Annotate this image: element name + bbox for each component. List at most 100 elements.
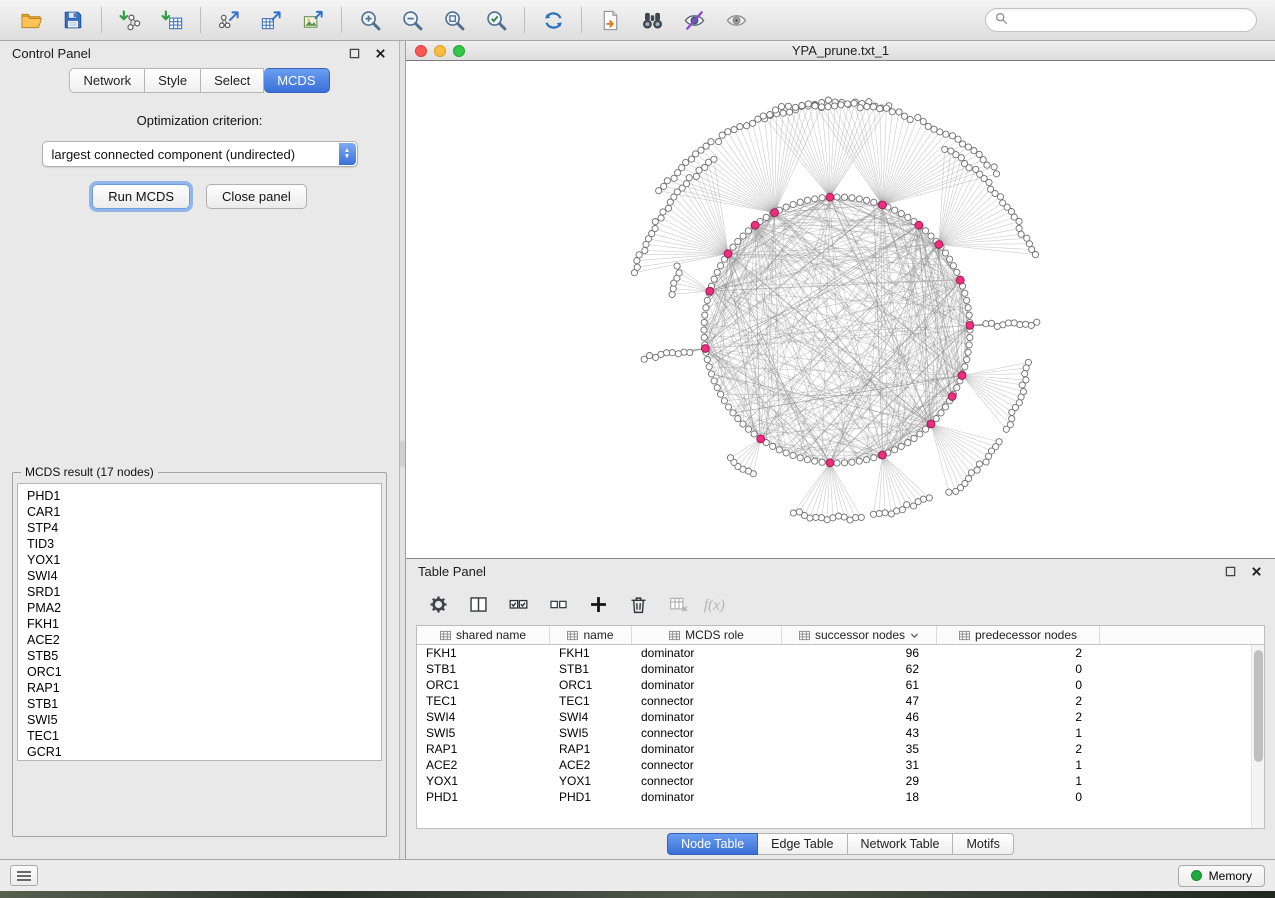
network-canvas[interactable] [406,61,1275,558]
mcds-result-item[interactable]: PHD1 [27,488,381,504]
delete-table-button [662,588,694,620]
close-mcds-panel-button[interactable]: Close panel [206,184,307,209]
column-visibility-button[interactable] [462,588,494,620]
status-bar: Memory [0,859,1275,891]
add-column-button[interactable] [582,588,614,620]
column-header-shared-name[interactable]: shared name [417,626,550,644]
column-header-mcds-role[interactable]: MCDS role [632,626,782,644]
tab-mcds[interactable]: MCDS [264,68,329,93]
mcds-result-item[interactable]: TID3 [27,536,381,552]
table-row[interactable]: ORC1ORC1dominator610 [417,677,1264,693]
window-close-button[interactable] [415,45,427,57]
mcds-result-item[interactable]: PMA2 [27,600,381,616]
close-panel-button[interactable] [373,46,387,60]
optimization-criterion-select[interactable]: largest connected component (undirected)… [42,141,358,167]
table-row[interactable]: YOX1YOX1connector291 [417,773,1264,789]
tab-style[interactable]: Style [145,68,201,93]
cell-shared-name: STB1 [417,661,550,677]
refresh-view-button[interactable] [532,3,574,37]
tab-network-table[interactable]: Network Table [848,833,954,855]
column-header-successor-nodes[interactable]: successor nodes [782,626,937,644]
export-network-button[interactable] [208,3,250,37]
panel-divider-grip[interactable] [400,441,405,467]
network-window-titlebar[interactable]: YPA_prune.txt_1 [406,41,1275,61]
cell-filler [1100,757,1264,773]
mcds-result-item[interactable]: STP4 [27,520,381,536]
control-panel: Control Panel NetworkStyleSelectMCDS Opt… [0,41,400,859]
import-table-button[interactable] [151,3,193,37]
mcds-result-item[interactable]: YOX1 [27,552,381,568]
table-row[interactable]: FKH1FKH1dominator962 [417,645,1264,661]
column-header-name[interactable]: name [550,626,632,644]
table-settings-button[interactable] [422,588,454,620]
table-row[interactable]: ACE2ACE2connector311 [417,757,1264,773]
tab-edge-table[interactable]: Edge Table [758,833,847,855]
mcds-result-item[interactable]: SWI4 [27,568,381,584]
close-table-panel-button[interactable] [1249,564,1263,578]
tab-network[interactable]: Network [69,68,145,93]
mcds-result-item[interactable]: ORC1 [27,664,381,680]
column-header-predecessor-nodes[interactable]: predecessor nodes [937,626,1100,644]
show-all-button[interactable] [715,3,757,37]
hide-selected-button[interactable] [673,3,715,37]
zoom-in-button[interactable] [349,3,391,37]
column-grid-icon [440,630,451,641]
cell-mcds-role: connector [632,725,782,741]
mcds-result-item[interactable]: TEC1 [27,728,381,744]
mcds-panel: Optimization criterion: largest connecte… [0,93,399,859]
mcds-result-item[interactable]: STB1 [27,696,381,712]
zoom-out-button[interactable] [391,3,433,37]
float-table-panel-button[interactable] [1223,564,1237,578]
export-document-button[interactable] [589,3,631,37]
panel-divider[interactable] [400,41,406,859]
zoom-fit-button[interactable] [433,3,475,37]
open-session-button[interactable] [10,3,52,37]
mcds-result-item[interactable]: ACE2 [27,632,381,648]
tab-select[interactable]: Select [201,68,264,93]
mcds-result-item[interactable]: SRD1 [27,584,381,600]
memory-button[interactable]: Memory [1178,865,1265,887]
table-scrollbar[interactable] [1251,645,1264,828]
cell-predecessor-nodes: 2 [937,645,1100,661]
table-body: FKH1FKH1dominator962STB1STB1dominator620… [417,645,1264,828]
table-row[interactable]: STB1STB1dominator620 [417,661,1264,677]
mcds-result-item[interactable]: RAP1 [27,680,381,696]
deselect-all-button[interactable] [542,588,574,620]
search-input[interactable] [1014,13,1247,27]
window-zoom-button[interactable] [453,45,465,57]
cell-successor-nodes: 31 [782,757,937,773]
search-box[interactable] [985,8,1257,32]
tab-motifs[interactable]: Motifs [953,833,1013,855]
cell-mcds-role: dominator [632,677,782,693]
table-row[interactable]: TEC1TEC1connector472 [417,693,1264,709]
tab-node-table[interactable]: Node Table [667,833,758,855]
delete-column-button[interactable] [622,588,654,620]
columns-icon [468,594,489,615]
mcds-result-item[interactable]: CAR1 [27,504,381,520]
search-network-button[interactable] [631,3,673,37]
float-panel-button[interactable] [347,46,361,60]
table-row[interactable]: PHD1PHD1dominator180 [417,789,1264,805]
table-row[interactable]: SWI5SWI5connector431 [417,725,1264,741]
table-row[interactable]: SWI4SWI4dominator462 [417,709,1264,725]
select-all-button[interactable] [502,588,534,620]
export-image-button[interactable] [292,3,334,37]
panel-menu-button[interactable] [10,865,38,886]
cell-filler [1100,773,1264,789]
mcds-result-item[interactable]: GCR1 [27,744,381,760]
table-scrollbar-thumb[interactable] [1254,650,1263,762]
mcds-result-list[interactable]: PHD1CAR1STP4TID3YOX1SWI4SRD1PMA2FKH1ACE2… [17,483,382,761]
mcds-result-item[interactable]: FKH1 [27,616,381,632]
run-mcds-button[interactable]: Run MCDS [92,184,190,209]
window-minimize-button[interactable] [434,45,446,57]
mcds-result-item[interactable]: SWI5 [27,712,381,728]
cell-shared-name: ACE2 [417,757,550,773]
combo-stepper-icon: ▲▼ [339,143,356,165]
save-session-button[interactable] [52,3,94,37]
search-icon [995,12,1008,28]
zoom-selected-button[interactable] [475,3,517,37]
mcds-result-item[interactable]: STB5 [27,648,381,664]
import-network-button[interactable] [109,3,151,37]
export-table-button[interactable] [250,3,292,37]
table-row[interactable]: RAP1RAP1dominator352 [417,741,1264,757]
